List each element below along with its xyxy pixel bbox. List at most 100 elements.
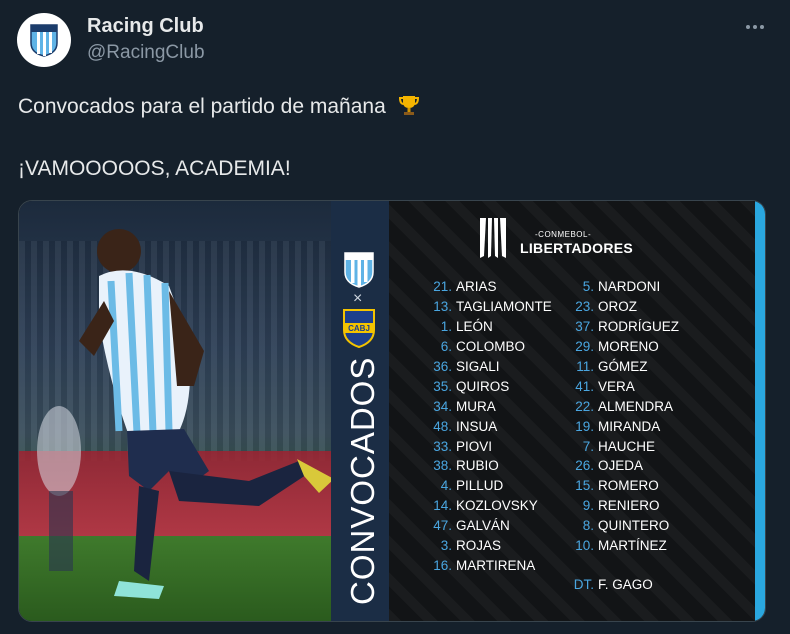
player-name: MARTÍNEZ [598,538,667,554]
convocados-title: CONVOCADOS [344,356,381,605]
player-row: 35. QUIROS [420,376,580,396]
player-row: 4. PILLUD [420,476,580,496]
player-row: 13. TAGLIAMONTE [420,297,580,317]
player-name: MIRANDA [598,418,661,434]
player-name: RUBIO [456,458,499,474]
player-number: 9. [582,498,594,514]
player-number: 6. [440,339,452,355]
player-row: 8. QUINTERO [562,516,722,536]
more-options-icon[interactable] [742,14,768,40]
player-row: 6. COLOMBO [420,337,580,357]
player-name: LEÓN [456,319,493,335]
player-row: 37. RODRÍGUEZ [562,317,722,337]
player-name: OJEDA [598,458,644,474]
player-number: 29. [575,339,594,355]
player-number: 41. [575,378,594,394]
player-name: RENIERO [598,498,660,514]
player-name: MURA [456,398,496,414]
player-number: 23. [575,299,594,315]
player-row: 7. HAUCHE [562,436,722,456]
libertadores-trophy-icon [480,218,506,258]
player-number: 26. [575,458,594,474]
racing-club-logo-icon [30,24,58,57]
user-handle[interactable]: @RacingClub [87,42,205,64]
player-row: 14. KOZLOVSKY [420,496,580,516]
player-number: 11. [576,359,594,374]
player-name: MARTIRENA [456,557,536,573]
player-number: 8. [582,518,594,534]
player-row: 33. PIOVI [420,436,580,456]
player-number: 33. [433,438,452,454]
player-number: 5. [582,279,594,295]
player-row: 9. RENIERO [562,496,722,516]
player-row: 21. ARIAS [420,277,580,297]
player-name: GÓMEZ [598,359,648,374]
player-name: HAUCHE [598,438,656,454]
player-number: 36. [433,359,452,374]
player-row: 36. SIGALI [420,357,580,377]
player-row: 48. INSUA [420,416,580,436]
player-row: 15. ROMERO [562,476,722,496]
player-name: QUINTERO [598,518,670,534]
player-photo [19,201,331,621]
competition-title: LIBERTADORES [520,240,634,256]
display-name[interactable]: Racing Club [87,15,204,38]
player-number: 37. [575,319,594,335]
player-number: 21. [433,279,452,295]
player-name: VERA [598,378,635,394]
versus-symbol: × [353,290,363,307]
player-row: 38. RUBIO [420,456,580,476]
player-row: 10. MARTÍNEZ [562,536,722,556]
coach-label: DT. [573,577,594,593]
tweet-text-1: Convocados para el partido de mañana [18,95,386,118]
player-number: 22. [575,398,594,414]
player-name: SIGALI [456,359,500,374]
players-column-right: 5. NARDONI 23. OROZ 37. RODRÍGUEZ 29. MORENO 11.… [562,277,722,555]
player-number: 1. [440,319,452,335]
player-name: PILLUD [456,478,504,494]
player-row: 22. ALMENDRA [562,396,722,416]
player-number: 38. [433,458,452,474]
avatar[interactable] [17,13,71,67]
player-name: ALMENDRA [598,398,674,414]
player-name: INSUA [456,418,498,434]
player-number: 7. [582,438,594,454]
player-number: 19. [575,418,594,434]
player-row: 11. GÓMEZ [562,357,722,377]
player-name: OROZ [598,299,637,315]
player-name: QUIROS [456,378,510,394]
player-number: 10. [575,538,594,554]
competition-subtitle: -CONMEBOL- [535,230,592,239]
player-number: 4. [440,478,452,494]
player-row: 34. MURA [420,396,580,416]
player-row: 1. LEÓN [420,317,580,337]
player-number: 47. [433,518,452,534]
player-row: 3. ROJAS [420,536,580,556]
player-name: RODRÍGUEZ [598,319,679,335]
player-name: KOZLOVSKY [456,498,538,514]
player-row: 5. NARDONI [562,277,722,297]
svg-text:CABJ: CABJ [348,324,370,333]
player-number: 48. [433,418,452,434]
tweet-text-line-2: ¡VAMOOOOOS, ACADEMIA! [18,157,291,180]
player-name: GALVÁN [456,518,510,534]
player-name: ROJAS [456,538,502,554]
player-number: 35. [433,378,452,394]
player-name: MORENO [598,339,659,355]
trophy-icon [398,96,419,115]
player-row: 41. VERA [562,376,722,396]
boca-crest-icon: CABJ [343,309,375,348]
player-number: 3. [440,538,452,554]
coach-name: F. GAGO [598,577,653,593]
racing-crest-icon [344,252,374,288]
accent-edge [755,201,765,621]
players-column-left: 21. ARIAS 13. TAGLIAMONTE 1. LEÓN 6. COLOMBO 36.… [420,277,580,575]
player-number: 34. [433,398,452,414]
player-name: ROMERO [598,478,659,494]
player-row: 16. MARTIRENA [420,555,580,575]
player-row: 19. MIRANDA [562,416,722,436]
player-name: TAGLIAMONTE [456,299,552,315]
player-name: PIOVI [456,438,493,454]
player-row: 47. GALVÁN [420,516,580,536]
player-row: 23. OROZ [562,297,722,317]
